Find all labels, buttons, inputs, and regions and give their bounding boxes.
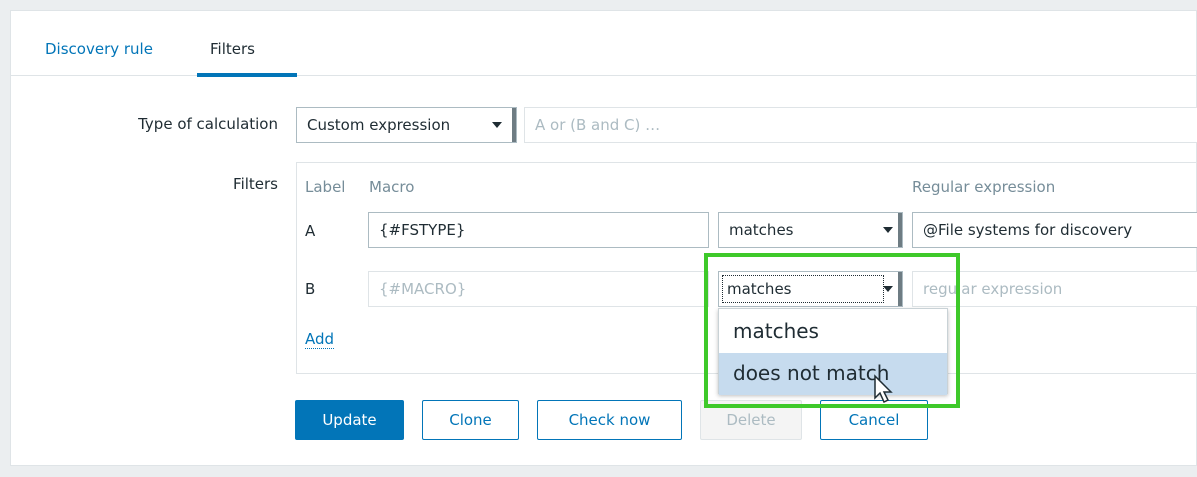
- row-b-macro-input[interactable]: {#MACRO}: [368, 271, 709, 307]
- check-now-button[interactable]: Check now: [537, 400, 682, 440]
- add-filter-link[interactable]: Add: [305, 330, 335, 349]
- chevron-down-icon: [883, 286, 893, 292]
- column-header-label: Label: [305, 178, 346, 196]
- select-scrollbar-edge: [898, 272, 902, 306]
- dropdown-option-matches[interactable]: matches: [719, 311, 947, 353]
- row-a-macro-value: {#FSTYPE}: [379, 221, 466, 239]
- chevron-down-icon: [492, 122, 502, 128]
- row-b-macro-placeholder: {#MACRO}: [379, 280, 467, 298]
- mouse-pointer-icon: [874, 374, 893, 404]
- chevron-down-icon: [883, 227, 893, 233]
- row-a-regex-value: @File systems for discovery: [923, 221, 1133, 239]
- formula-placeholder: A or (B and C) …: [535, 116, 661, 134]
- row-a-label: A: [305, 222, 316, 240]
- row-a-macro-input[interactable]: {#FSTYPE}: [368, 212, 709, 248]
- update-button[interactable]: Update: [295, 400, 404, 440]
- row-b-operator-select[interactable]: matches: [718, 271, 903, 307]
- type-of-calculation-label: Type of calculation: [138, 115, 278, 133]
- row-a-regex-input[interactable]: @File systems for discovery: [912, 212, 1197, 248]
- tab-filters[interactable]: Filters: [210, 40, 255, 58]
- filters-label: Filters: [233, 175, 278, 193]
- tab-bar: Discovery rule Filters: [10, 10, 1197, 77]
- type-of-calculation-value: Custom expression: [307, 116, 451, 134]
- clone-button[interactable]: Clone: [422, 400, 519, 440]
- custom-formula-input[interactable]: A or (B and C) …: [524, 107, 1197, 143]
- column-header-macro: Macro: [369, 178, 415, 196]
- column-header-regex: Regular expression: [912, 178, 1056, 196]
- tab-discovery-rule[interactable]: Discovery rule: [45, 40, 153, 58]
- type-of-calculation-select[interactable]: Custom expression: [296, 107, 517, 143]
- select-scrollbar-edge: [512, 108, 516, 142]
- active-tab-indicator: [197, 73, 297, 77]
- dropdown-option-does-not-match[interactable]: does not match: [719, 353, 947, 395]
- operator-dropdown-list: matches does not match: [718, 308, 948, 395]
- row-a-operator-value: matches: [729, 221, 794, 239]
- select-scrollbar-edge: [898, 213, 902, 247]
- row-b-label: B: [305, 280, 316, 298]
- row-a-operator-select[interactable]: matches: [718, 212, 903, 248]
- row-b-operator-value: matches: [727, 280, 792, 298]
